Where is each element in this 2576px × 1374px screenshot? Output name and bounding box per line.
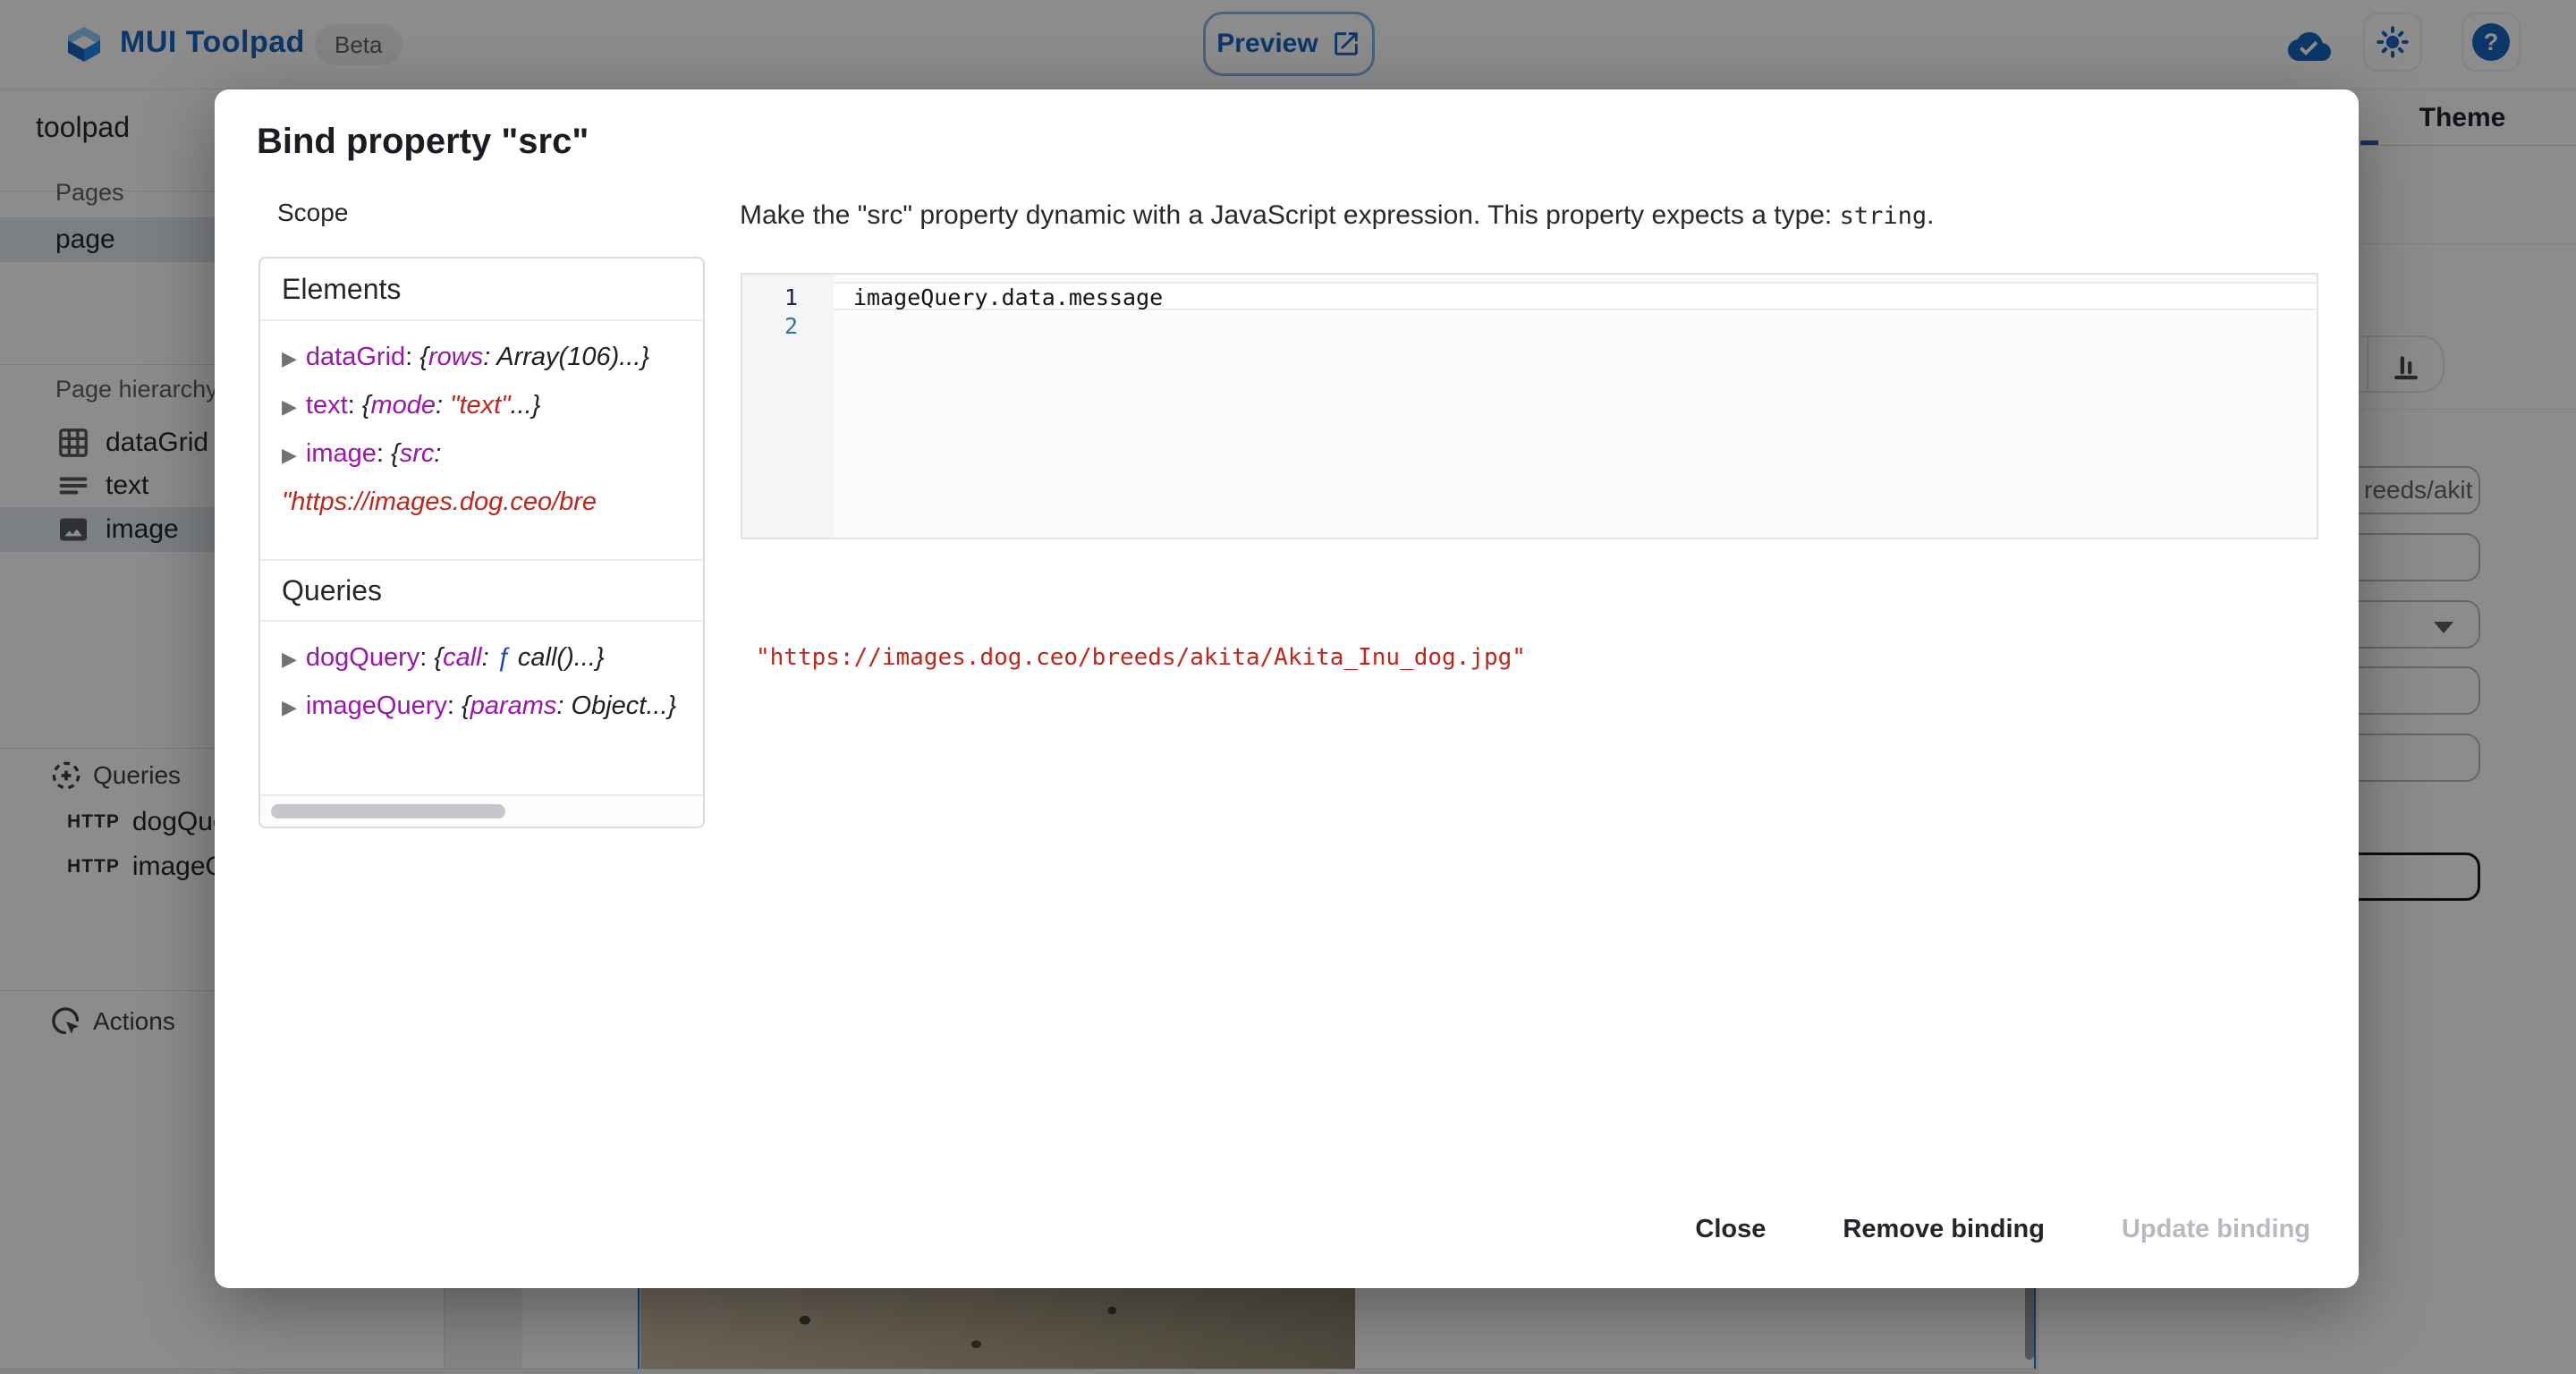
expression-result-preview: "https://images.dog.ceo/breeds/akita/Aki… [756,644,1526,671]
app-root: MUI Toolpad Beta Preview [0,0,2576,1374]
remove-binding-button[interactable]: Remove binding [1837,1206,2050,1253]
tree-segment: imageQuery [306,691,447,720]
dialog-actions: Close Remove binding Update binding [1690,1206,2316,1253]
tree-segment: { [434,643,443,672]
tree-segment: : [482,643,496,672]
scope-tree-row[interactable]: ▶ dogQuery: {call: ƒ call()...} [282,634,687,683]
scrollbar-thumb[interactable] [271,804,505,818]
tree-segment: src [400,439,435,468]
tree-segment: call [443,643,482,672]
tree-segment: : [405,343,419,371]
tree-segment: ▶ [282,444,297,466]
tree-segment: { [462,691,470,720]
bind-property-dialog: Bind property "src" Scope Elements ▶ data… [215,89,2359,1288]
scope-horizontal-scrollbar[interactable] [260,794,703,827]
tree-segment: : [447,691,462,720]
scope-browser: Elements ▶dataGrid: {rows: Array(106)...… [258,257,705,828]
tree-segment: mode [370,391,436,420]
tree-segment: text [306,391,348,420]
tree-segment: dataGrid [306,343,405,371]
tree-segment: ▶ [282,648,297,670]
description-text: Make the "src" property dynamic with a J… [740,200,1840,230]
tree-segment: dogQuery [306,643,419,672]
tree-segment: : [419,643,434,672]
tree-segment: : [377,439,391,468]
js-expression-editor[interactable]: 1 2 imageQuery.data.message [741,273,2318,539]
line-number: 1 [762,284,798,310]
tree-segment: { [419,343,428,371]
description-period: . [1927,200,1934,230]
tree-segment: image [306,439,377,468]
code-line[interactable] [834,312,2317,341]
tree-segment: ▶ [282,347,297,369]
dialog-description: Make the "src" property dynamic with a J… [740,200,1935,231]
tree-segment: : [556,691,571,720]
tree-segment: Array(106)...} [496,343,649,371]
tree-segment: : [434,439,441,468]
code-line[interactable]: imageQuery.data.message [834,282,2317,310]
scope-label: Scope [277,199,348,227]
tree-segment: rows [428,343,483,371]
expected-type: string [1840,202,1928,230]
queries-tree: ▶dogQuery: {call: ƒ call()...}▶imageQuer… [260,622,703,794]
elements-header: Elements [260,259,703,321]
tree-segment: : [436,391,450,420]
queries-header: Queries [260,559,703,622]
tree-segment: ▶ [282,395,297,418]
tree-segment: ▶ [282,696,297,718]
dialog-title: Bind property "src" [257,122,589,162]
tree-segment: "https://images.dog.ceo/bre [282,488,597,516]
editor-gutter: 1 2 [742,275,834,538]
tree-segment: Object...} [572,691,677,720]
tree-segment: ...} [511,391,541,420]
tree-segment: "text" [450,391,510,420]
scope-tree-row[interactable]: ▶ imageQuery: {params: Object...} [282,683,687,731]
elements-tree: ▶dataGrid: {rows: Array(106)...}▶text: {… [260,321,703,559]
tree-segment: ƒ [496,643,518,672]
scope-tree-row[interactable]: ▶ image: {src: "https://images.dog.ceo/br… [282,430,687,526]
tree-segment: : [348,391,362,420]
update-binding-button[interactable]: Update binding [2116,1206,2316,1253]
close-button[interactable]: Close [1690,1206,1771,1253]
tree-segment: call()...} [518,643,605,672]
line-number: 2 [762,313,798,339]
tree-segment: params [470,691,557,720]
scope-tree-row[interactable]: ▶text: {mode: "text"...} [282,382,687,430]
tree-segment: : [483,343,496,371]
scope-tree-row[interactable]: ▶ dataGrid: {rows: Array(106)...} [282,334,687,382]
tree-segment: { [391,439,400,468]
